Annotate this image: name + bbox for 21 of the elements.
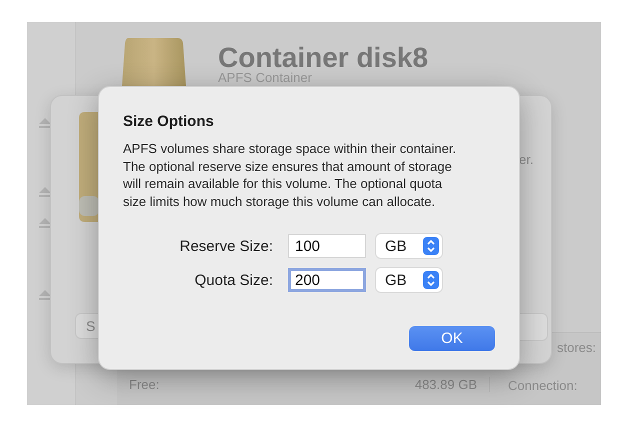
ok-button[interactable]: OK bbox=[409, 326, 495, 351]
stepper-icon bbox=[423, 237, 439, 255]
stepper-icon bbox=[423, 271, 439, 289]
description-text: er. bbox=[519, 152, 534, 167]
dialog-title: Size Options bbox=[123, 113, 215, 130]
input-field[interactable]: 100 bbox=[288, 234, 366, 258]
field-label: Reserve Size: bbox=[178, 238, 273, 254]
info-label: Connection: bbox=[508, 378, 578, 393]
unit-popup[interactable]: GB bbox=[376, 268, 442, 292]
eject-icon bbox=[39, 118, 51, 128]
eject-icon bbox=[39, 290, 51, 300]
input-field[interactable]: 200 bbox=[288, 268, 366, 292]
eject-icon bbox=[39, 187, 51, 197]
disk-title: Container disk8 bbox=[218, 42, 428, 73]
field-label: Quota Size: bbox=[194, 272, 273, 288]
info-value: 483.89 GB bbox=[414, 377, 477, 392]
info-label: stores: bbox=[557, 340, 596, 355]
dialog-message: APFS volumes share storage space within their container. The optional reserve size ensures that amount of storage will remain available for this volume. The optional quota size limits how much storage this volume can allocate. bbox=[123, 140, 458, 210]
eject-icon bbox=[39, 218, 51, 228]
info-label: Free: bbox=[129, 377, 160, 392]
unit-popup[interactable]: GB bbox=[376, 234, 442, 258]
